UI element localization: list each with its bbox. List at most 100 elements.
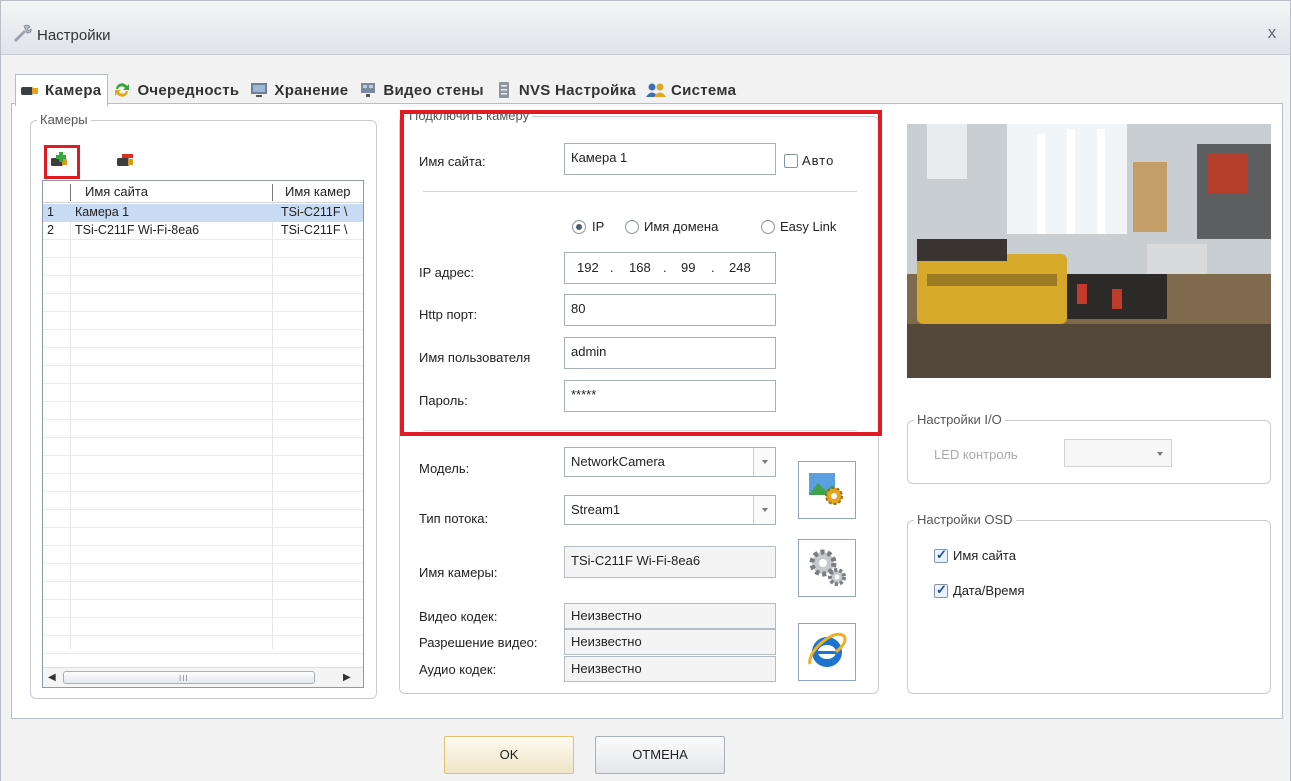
scrollbar-thumb[interactable]: III [63,671,315,684]
grid-line [43,653,363,654]
grid-line [43,473,363,474]
divider [423,191,857,192]
grid-line [43,545,363,546]
tab-video-walls[interactable]: Видео стены [354,75,489,105]
grid-line [43,311,363,312]
column-separator [272,184,273,201]
camera-list: Имя сайта Имя камер 1 Камера 1 TSi-C211F… [42,180,364,688]
site-name-input[interactable]: Камера 1 [564,143,776,175]
camera-name-label: Имя камеры: [419,565,498,580]
video-codec-label: Видео кодек: [419,609,498,624]
tab-bar: Камера Очередность Хранение Видео стены … [15,74,742,106]
scroll-grip: III [179,674,189,683]
column-camera-name[interactable]: Имя камер [285,184,363,199]
horizontal-scrollbar[interactable]: ◀ III ▶ [43,667,363,687]
tab-camera[interactable]: Камера [15,74,109,106]
led-control-select[interactable] [1064,439,1172,467]
chevron-down-icon[interactable] [1149,440,1171,466]
radio-ip[interactable] [572,220,586,234]
ip-dot: . [610,260,614,275]
stream-type-select[interactable]: Stream1 [564,495,776,525]
grid-line [70,203,71,649]
stream-type-label: Тип потока: [419,511,489,526]
http-port-label: Http порт: [419,307,478,322]
tab-system-label: Система [670,81,737,99]
divider [423,430,857,431]
osd-settings-legend: Настройки OSD [914,512,1016,527]
add-camera-icon[interactable] [50,152,72,170]
radio-ip-label: IP [592,219,605,234]
users-icon [645,82,666,98]
column-separator [70,184,71,201]
chevron-down-icon[interactable] [753,448,775,476]
video-resolution-field: Неизвестно [564,629,776,655]
scroll-right-icon[interactable]: ▶ [343,672,353,684]
tab-sequence-label: Очередность [137,81,240,99]
grid-line [43,347,363,348]
grid-line [43,455,363,456]
tab-storage-label: Хранение [274,81,349,99]
column-site-name[interactable]: Имя сайта [85,184,265,199]
grid-line [43,365,363,366]
auto-label: Авто [802,153,835,168]
row-site-name: TSi-C211F Wi-Fi-8ea6 [75,223,200,237]
row-number: 1 [47,205,54,219]
video-wall-icon [358,82,378,98]
grid-line [43,635,363,636]
grid-line [43,257,363,258]
osd-site-name-checkbox[interactable] [934,547,948,563]
table-row[interactable]: 1 Камера 1 TSi-C211F \ [43,204,363,222]
wrench-icon [11,23,33,43]
tab-nvs-settings[interactable]: NVS Настройка [490,75,642,105]
tab-video-walls-label: Видео стены [383,81,484,99]
tab-storage[interactable]: Хранение [245,75,354,105]
username-input[interactable]: admin [564,337,776,369]
tab-sequence[interactable]: Очередность [108,75,245,105]
open-browser-button[interactable] [798,623,856,681]
advanced-settings-button[interactable] [798,539,856,597]
cancel-button[interactable]: ОТМЕНА [595,736,725,774]
io-settings-legend: Настройки I/O [914,412,1005,427]
model-select[interactable]: NetworkCamera [564,447,776,477]
row-site-name: Камера 1 [75,205,130,219]
password-input[interactable]: ***** [564,380,776,412]
grid-line [43,581,363,582]
radio-domain-label: Имя домена [644,219,719,234]
scroll-left-icon[interactable]: ◀ [48,672,58,684]
cameras-legend: Камеры [37,112,91,127]
server-icon [494,82,514,98]
osd-site-name-label: Имя сайта [953,548,1016,563]
tab-system[interactable]: Система [642,75,742,105]
image-settings-button[interactable] [798,461,856,519]
chevron-down-icon[interactable] [753,496,775,524]
grid-line [43,419,363,420]
camera-icon [20,83,40,99]
grid-line [43,437,363,438]
auto-checkbox[interactable] [784,154,798,168]
password-label: Пароль: [419,393,468,408]
tab-panel: Камеры Имя сайта Имя камер 1 Камера 1 TS… [11,103,1283,719]
stream-type-value: Stream1 [571,502,621,517]
ip-dot: . [663,260,667,275]
close-button[interactable]: x [1262,23,1282,43]
radio-easylink[interactable] [761,220,775,234]
http-port-input[interactable]: 80 [564,294,776,326]
ip-address-input[interactable]: 192 . 168 . 99 . 248 [564,252,776,284]
row-number: 2 [47,223,54,237]
connect-camera-legend: Подключить камеру [406,108,533,123]
radio-domain[interactable] [625,220,639,234]
table-row[interactable]: 2 TSi-C211F Wi-Fi-8ea6 TSi-C211F \ [43,222,363,240]
grid-line [43,401,363,402]
audio-codec-field: Неизвестно [564,656,776,682]
osd-datetime-checkbox[interactable] [934,582,948,598]
camera-name-field: TSi-C211F Wi-Fi-8ea6 [564,546,776,578]
internet-explorer-icon [806,630,848,675]
grid-line [43,293,363,294]
osd-settings-group: Настройки OSD Имя сайта Дата/Время [907,512,1271,694]
ok-button[interactable]: OK [444,736,574,774]
grid-line [43,509,363,510]
grid-line [43,329,363,330]
connect-camera-group: Подключить камеру Имя сайта: Камера 1 Ав… [399,108,879,694]
tab-nvs-settings-label: NVS Настройка [518,81,636,99]
remove-camera-icon[interactable] [116,152,138,170]
